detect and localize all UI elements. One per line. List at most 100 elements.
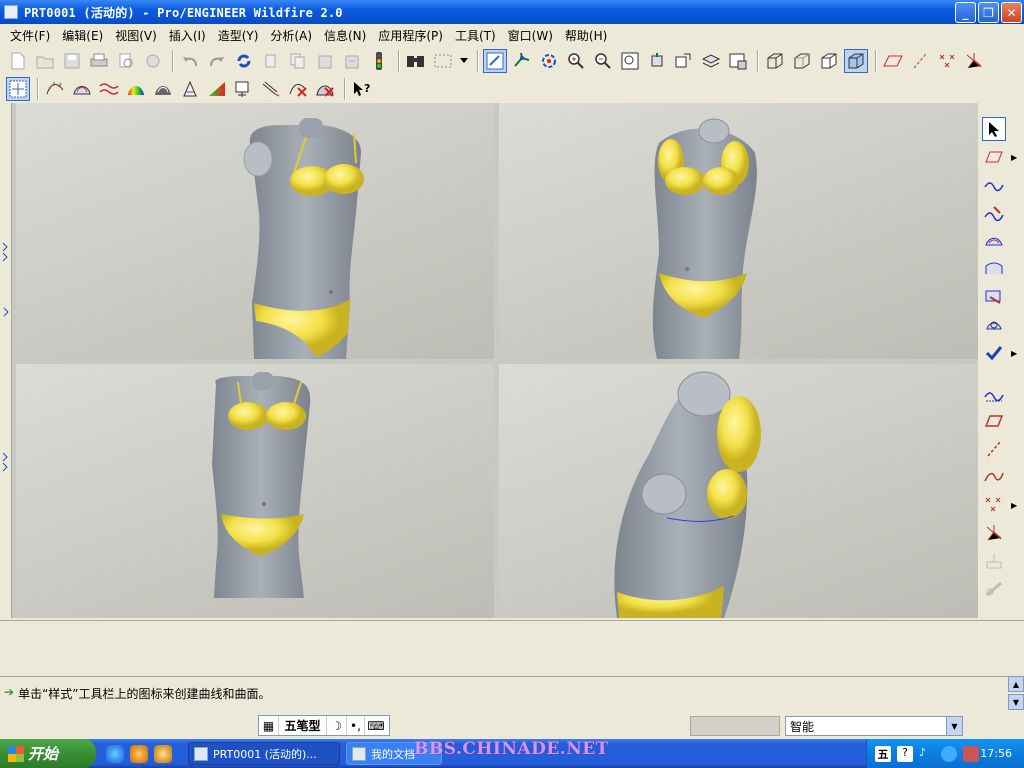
offset-icon[interactable] bbox=[259, 77, 283, 101]
boundary-surface-icon[interactable] bbox=[982, 257, 1006, 281]
slope-icon[interactable] bbox=[205, 77, 229, 101]
intersect-icon[interactable] bbox=[982, 521, 1006, 545]
dropdown-icon[interactable] bbox=[458, 49, 470, 73]
plane-icon[interactable] bbox=[982, 145, 1006, 169]
open-icon[interactable] bbox=[33, 49, 57, 73]
curve-on-surface-icon[interactable] bbox=[982, 201, 1006, 225]
free-curve-icon[interactable] bbox=[982, 465, 1006, 489]
selection-filter-select[interactable]: 智能 ▼ bbox=[785, 716, 963, 736]
zoom-out-icon[interactable] bbox=[591, 49, 615, 73]
orient-icon[interactable] bbox=[645, 49, 669, 73]
menu-view[interactable]: 视图(V) bbox=[109, 27, 163, 44]
minimize-button[interactable]: _ bbox=[955, 2, 976, 23]
ime-mode[interactable]: 五笔型 bbox=[279, 716, 327, 735]
axis-display-icon[interactable] bbox=[908, 49, 932, 73]
select-arrow-icon[interactable] bbox=[982, 117, 1006, 141]
refit-icon[interactable] bbox=[618, 49, 642, 73]
sketch-plane-icon[interactable] bbox=[982, 409, 1006, 433]
navigator-collapse-strip[interactable] bbox=[0, 103, 12, 618]
reflection-icon[interactable] bbox=[124, 77, 148, 101]
network-icon[interactable] bbox=[963, 745, 979, 762]
scroll-down-button[interactable]: ▼ bbox=[1008, 694, 1024, 710]
drop-curve-icon[interactable] bbox=[982, 549, 1006, 573]
delete-analysis-icon[interactable] bbox=[286, 77, 310, 101]
highlight-icon[interactable] bbox=[151, 77, 175, 101]
points-flyout-arrow[interactable]: ▶ bbox=[1011, 501, 1017, 510]
section-icon[interactable] bbox=[232, 77, 256, 101]
restore-button[interactable]: ❐ bbox=[978, 2, 999, 23]
wireframe-icon[interactable] bbox=[763, 49, 787, 73]
view-manager-icon[interactable] bbox=[726, 49, 750, 73]
paste-special-icon[interactable] bbox=[340, 49, 364, 73]
redo-icon[interactable] bbox=[205, 49, 229, 73]
preview-icon[interactable] bbox=[114, 49, 138, 73]
print-icon[interactable] bbox=[87, 49, 111, 73]
copy-icon[interactable] bbox=[286, 49, 310, 73]
saved-views-icon[interactable] bbox=[672, 49, 696, 73]
done-check-icon[interactable] bbox=[982, 341, 1006, 365]
punctuation-icon[interactable]: •, bbox=[347, 716, 365, 735]
menu-help[interactable]: 帮助(H) bbox=[559, 27, 613, 44]
viewport-top-iso[interactable] bbox=[499, 103, 978, 359]
done-flyout-arrow[interactable]: ▶ bbox=[1011, 349, 1017, 358]
email-icon[interactable] bbox=[141, 49, 165, 73]
chevron-down-icon[interactable]: ▼ bbox=[946, 717, 962, 735]
curve-divider-icon[interactable] bbox=[982, 383, 1006, 407]
curve-analysis-icon[interactable] bbox=[43, 77, 67, 101]
zoom-in-icon[interactable] bbox=[564, 49, 588, 73]
viewport-isometric[interactable] bbox=[499, 364, 978, 618]
surface-icon[interactable] bbox=[982, 229, 1006, 253]
half-width-icon[interactable]: ☽ bbox=[327, 716, 347, 735]
undo-icon[interactable] bbox=[178, 49, 202, 73]
close-button[interactable]: ✕ bbox=[1001, 2, 1022, 23]
graphics-area[interactable] bbox=[12, 103, 978, 618]
viewport-front[interactable] bbox=[16, 103, 494, 359]
trim-icon[interactable] bbox=[982, 285, 1006, 309]
line-icon[interactable] bbox=[982, 437, 1006, 461]
curve-icon[interactable] bbox=[982, 173, 1006, 197]
paste-icon[interactable] bbox=[313, 49, 337, 73]
menu-info[interactable]: 信息(N) bbox=[318, 27, 372, 44]
menu-applications[interactable]: 应用程序(P) bbox=[372, 27, 449, 44]
csys-display-icon[interactable] bbox=[962, 49, 986, 73]
edit-curve-icon[interactable] bbox=[982, 313, 1006, 337]
no-hidden-icon[interactable] bbox=[817, 49, 841, 73]
help-tray-icon[interactable]: ? bbox=[897, 745, 913, 762]
hidden-line-icon[interactable] bbox=[790, 49, 814, 73]
quick-launch-icon[interactable] bbox=[154, 745, 172, 763]
point-display-icon[interactable] bbox=[935, 49, 959, 73]
menu-window[interactable]: 窗口(W) bbox=[502, 27, 559, 44]
select-box-icon[interactable] bbox=[431, 49, 455, 73]
shading-icon[interactable] bbox=[844, 49, 868, 73]
save-icon[interactable] bbox=[60, 49, 84, 73]
scroll-up-button[interactable]: ▲ bbox=[1008, 676, 1024, 692]
menu-file[interactable]: 文件(F) bbox=[4, 27, 56, 44]
active-plane-icon[interactable] bbox=[6, 77, 30, 101]
media-player-icon[interactable] bbox=[130, 745, 148, 763]
datum-plane-icon[interactable] bbox=[881, 49, 905, 73]
app-icon[interactable] bbox=[4, 5, 18, 19]
menu-style[interactable]: 造型(Y) bbox=[212, 27, 265, 44]
datum-axis-icon[interactable] bbox=[510, 49, 534, 73]
soft-keyboard-icon[interactable]: ⌨ bbox=[365, 716, 387, 735]
plane-flyout-arrow[interactable]: ▶ bbox=[1011, 153, 1017, 162]
delete-all-icon[interactable] bbox=[313, 77, 337, 101]
viewport-front-2[interactable] bbox=[16, 364, 494, 618]
model-tree-icon[interactable] bbox=[483, 49, 507, 73]
new-icon[interactable] bbox=[6, 49, 30, 73]
start-button[interactable]: 开始 bbox=[0, 739, 96, 768]
ie-icon[interactable] bbox=[106, 745, 124, 763]
menu-analysis[interactable]: 分析(A) bbox=[264, 27, 318, 44]
menu-tools[interactable]: 工具(T) bbox=[449, 27, 502, 44]
spin-center-icon[interactable] bbox=[537, 49, 561, 73]
message-scrollbar[interactable]: ▲ ▼ bbox=[1008, 676, 1024, 712]
volume-icon[interactable]: ♪ bbox=[919, 746, 935, 762]
layers-icon[interactable] bbox=[699, 49, 723, 73]
draft-icon[interactable] bbox=[178, 77, 202, 101]
connect-icon[interactable] bbox=[982, 577, 1006, 601]
curvature-icon[interactable] bbox=[97, 77, 121, 101]
find-icon[interactable] bbox=[404, 49, 428, 73]
traffic-light-icon[interactable] bbox=[367, 49, 391, 73]
title-bar[interactable]: PRT0001 (活动的) - Pro/ENGINEER Wildfire 2.… bbox=[0, 0, 1024, 24]
ime-tray-icon[interactable]: 五 bbox=[875, 745, 891, 762]
